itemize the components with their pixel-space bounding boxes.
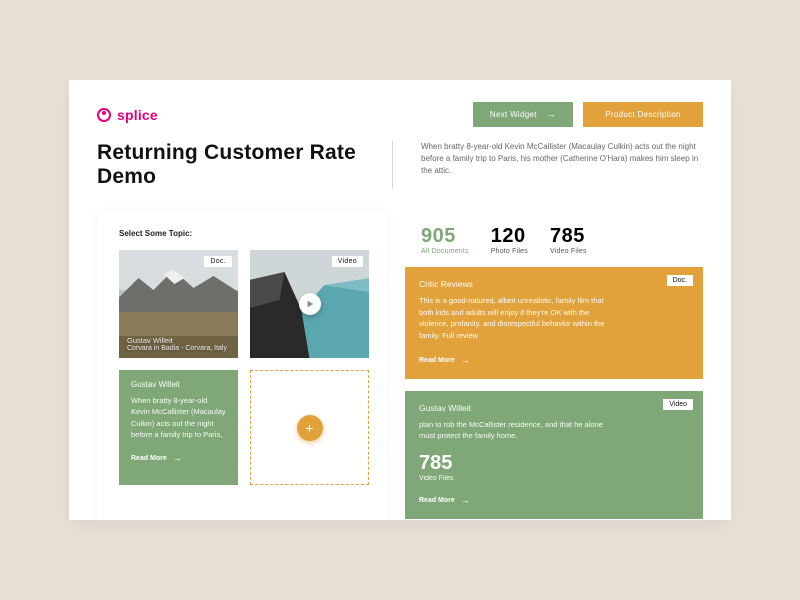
stats-row: 905 All Documents 120 Photo Files 785 Vi… (405, 225, 703, 255)
read-more-label: Read More (419, 497, 455, 504)
read-more-link[interactable]: Read More → (419, 496, 689, 505)
badge-video: Video (663, 399, 693, 410)
next-widget-button[interactable]: Next Widget → (473, 102, 573, 127)
left-panel-label: Select Some Topic: (119, 229, 369, 238)
plus-icon: + (305, 421, 313, 435)
read-more-link[interactable]: Read More → (131, 454, 226, 463)
right-panel: 905 All Documents 120 Photo Files 785 Vi… (405, 211, 703, 520)
play-button[interactable] (299, 293, 321, 315)
stat-num: 785 (550, 225, 587, 248)
add-topic-tile[interactable]: + (250, 370, 369, 485)
stat-label: All Documents (421, 248, 469, 255)
stat-label: Video Files (550, 248, 587, 255)
topic-grid: Doc. Gustav Willeit Corvara in Badia - C… (119, 250, 369, 485)
brand[interactable]: splice (97, 107, 158, 123)
card-title: Critic Reviews (419, 279, 689, 289)
brand-name: splice (117, 107, 158, 123)
stat-num: 905 (421, 225, 469, 248)
add-button[interactable]: + (297, 415, 323, 441)
brand-logo-icon (97, 108, 111, 122)
toolbar: Next Widget → Product Description (473, 102, 703, 127)
play-icon (306, 300, 314, 308)
stat-all-documents[interactable]: 905 All Documents (421, 225, 469, 255)
stat-num: 120 (491, 225, 528, 248)
stat-video-files[interactable]: 785 Video Files (550, 225, 587, 255)
topic-tile-text[interactable]: Gustav Willeit When bratty 8-year-old Ke… (119, 370, 238, 485)
tile-place: Corvara in Badia - Corvara, Italy (127, 345, 227, 352)
card-stat: 785 Video Files (419, 452, 689, 482)
stat-label: Photo Files (491, 248, 528, 255)
badge-doc: Doc. (667, 275, 693, 286)
arrow-right-icon: → (547, 110, 556, 119)
tile-text-author: Gustav Willeit (131, 380, 226, 389)
app-card: splice Next Widget → Product Description… (69, 80, 731, 520)
read-more-link[interactable]: Read More → (419, 356, 689, 365)
card-stat-label: Video Files (419, 475, 689, 482)
page-subtitle: When bratty 8-year-old Kevin McCallister… (413, 141, 703, 177)
card-stat-num: 785 (419, 452, 689, 475)
content-body: Select Some Topic: Doc. Gustav Willeit (97, 211, 703, 520)
title-row: Returning Customer Rate Demo When bratty… (97, 141, 703, 189)
read-more-label: Read More (131, 455, 167, 462)
topic-tile-coast[interactable]: Video (250, 250, 369, 358)
divider (392, 141, 393, 189)
tile-author: Gustav Willeit (127, 336, 227, 345)
card-title: Gustav Willeit (419, 403, 689, 413)
left-panel: Select Some Topic: Doc. Gustav Willeit (97, 211, 387, 520)
card-text: This is a good-natured, albeit unrealist… (419, 295, 619, 342)
arrow-right-icon: → (461, 496, 470, 505)
tile-caption: Gustav Willeit Corvara in Badia - Corvar… (127, 336, 227, 352)
critic-reviews-card[interactable]: Critic Reviews Doc. This is a good-natur… (405, 267, 703, 379)
topbar: splice Next Widget → Product Description (97, 102, 703, 127)
arrow-right-icon: → (173, 454, 182, 463)
arrow-right-icon: → (461, 356, 470, 365)
topic-tile-mountain[interactable]: Doc. Gustav Willeit Corvara in Badia - C… (119, 250, 238, 358)
badge-video: Video (332, 256, 363, 267)
gustav-card[interactable]: Gustav Willeit Video plan to rob the McC… (405, 391, 703, 519)
next-widget-label: Next Widget (490, 110, 537, 119)
card-text: plan to rob the McCallister residence, a… (419, 419, 619, 442)
product-description-label: Product Description (605, 110, 681, 119)
stat-photo-files[interactable]: 120 Photo Files (491, 225, 528, 255)
page-title: Returning Customer Rate Demo (97, 141, 372, 189)
read-more-label: Read More (419, 357, 455, 364)
product-description-button[interactable]: Product Description (583, 102, 703, 127)
tile-text-desc: When bratty 8-year-old Kevin McCallister… (131, 395, 226, 440)
badge-doc: Doc. (204, 256, 232, 267)
